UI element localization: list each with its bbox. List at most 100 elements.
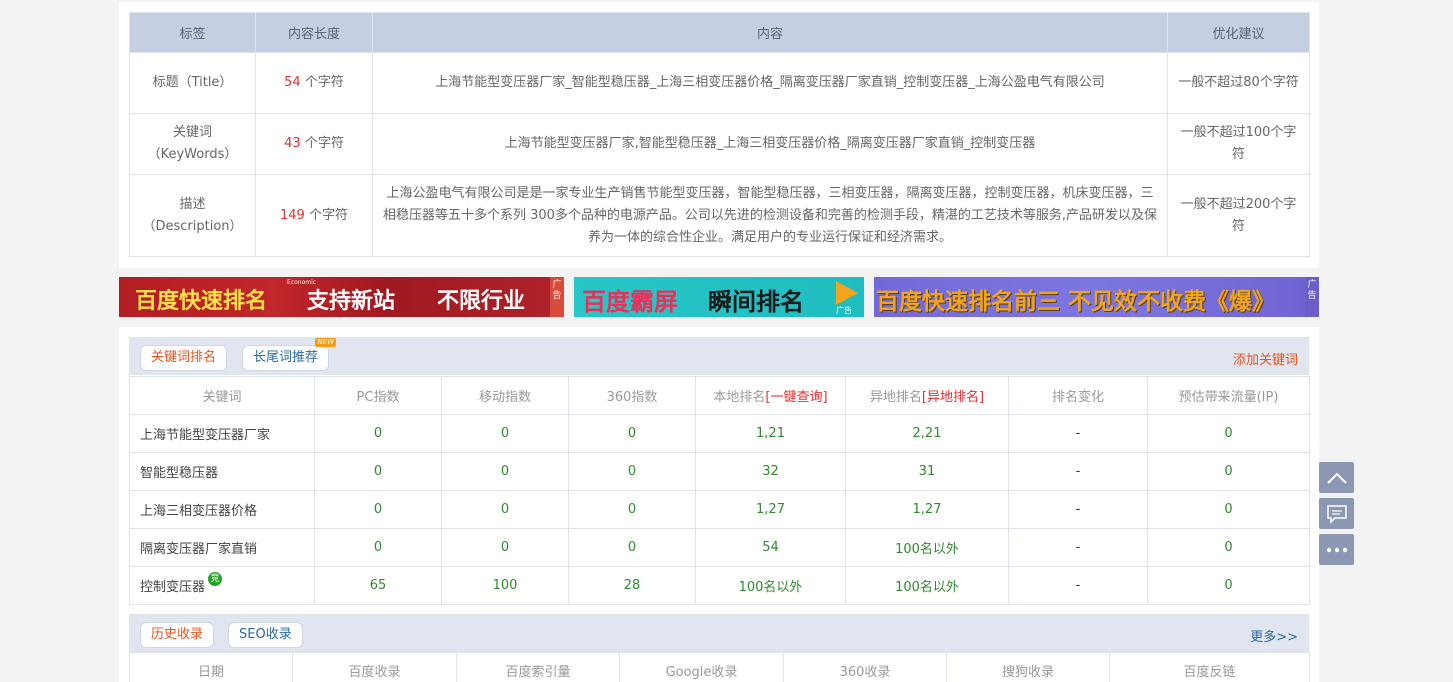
more-dots-icon: [1326, 547, 1347, 552]
rank-header-row: 关键词 PC指数 移动指数 360指数 本地排名[一键查询] 异地排名[异地排名…: [129, 376, 1310, 415]
meta-row-keywords: 关键词（KeyWords） 43 个字符 上海节能型变压器厂家,智能型稳压器_上…: [129, 113, 1310, 175]
meta-row-description: 描述（Description） 149 个字符 上海公盈电气有限公司是是一家专业…: [129, 174, 1310, 257]
col-header-length: 内容长度: [255, 12, 373, 53]
feedback-icon: [1326, 504, 1347, 524]
banner-text: 百度快速排名: [135, 289, 268, 314]
rank-table: 关键词 PC指数 移动指数 360指数 本地排名[一键查询] 异地排名[异地排名…: [129, 376, 1310, 605]
more-link[interactable]: 更多>>: [1250, 626, 1298, 645]
meta-label: 关键词（KeyWords）: [129, 113, 256, 175]
rank-change: -: [1008, 452, 1148, 491]
meta-header-row: 标签 内容长度 内容 优化建议: [129, 12, 1310, 53]
meta-table: 标签 内容长度 内容 优化建议 标题（Title） 54 个字符 上海节能型变压…: [129, 12, 1310, 257]
remote-rank: 1,27: [845, 490, 1009, 529]
mobile-index: 0: [441, 528, 569, 567]
ad-banner-bapin[interactable]: 百度霸屏 瞬间排名 广告: [574, 277, 864, 317]
col-header-remote: 异地排名[异地排名]: [845, 376, 1009, 415]
col-header-label: 标签: [129, 12, 256, 53]
keyword-cell[interactable]: 上海三相变压器价格: [129, 490, 315, 529]
remote-rank-label: 异地排名: [869, 390, 922, 405]
col-header-traffic: 预估带来流量(IP): [1147, 376, 1310, 415]
mobile-index: 0: [441, 452, 569, 491]
index-360: 0: [568, 528, 696, 567]
table-row: 智能型稳压器 0 0 0 32 31 - 0: [129, 452, 1310, 491]
play-arrow-icon: [836, 281, 858, 305]
tab-history-index[interactable]: 历史收录: [140, 622, 215, 648]
ad-banner-fast-rank[interactable]: 百度快速排名 Economic 支持新站 不限行业 广告: [119, 277, 564, 317]
col-header-google: Google收录: [619, 652, 784, 682]
rank-change: -: [1008, 414, 1148, 453]
competition-badge-icon: 竞: [208, 572, 223, 586]
traffic: 0: [1147, 490, 1310, 529]
meta-length-unit: 个字符: [300, 136, 344, 151]
ad-banner-top-three[interactable]: 百度快速排名前三 不见效不收费《爆》 广告: [874, 277, 1319, 317]
mobile-index: 100: [441, 566, 569, 605]
meta-panel: 标签 内容长度 内容 优化建议 标题（Title） 54 个字符 上海节能型变压…: [119, 2, 1319, 268]
tab-longtail-label: 长尾词推荐: [253, 350, 319, 365]
pc-index: 65: [314, 566, 442, 605]
traffic: 0: [1147, 528, 1310, 567]
meta-length-number: 149: [280, 207, 305, 223]
local-rank: 54: [695, 528, 846, 567]
pc-index: 0: [314, 414, 442, 453]
mobile-index: 0: [441, 490, 569, 529]
col-header-advice: 优化建议: [1167, 12, 1310, 53]
local-rank: 32: [695, 452, 846, 491]
index-360: 28: [568, 566, 696, 605]
table-row: 上海节能型变压器厂家 0 0 0 1,21 2,21 - 0: [129, 414, 1310, 453]
col-header-date: 日期: [129, 652, 293, 682]
meta-advice: 一般不超过80个字符: [1167, 52, 1310, 114]
keyword-cell[interactable]: 隔离变压器厂家直销: [129, 528, 315, 567]
col-header-local: 本地排名[一键查询]: [695, 376, 846, 415]
remote-rank: 31: [845, 452, 1009, 491]
meta-content: 上海节能型变压器厂家_智能型稳压器_上海三相变压器价格_隔离变压器厂家直销_控制…: [372, 52, 1168, 114]
ad-label: 广告: [836, 306, 852, 315]
quick-query-link[interactable]: [一键查询]: [765, 390, 827, 405]
meta-content: 上海节能型变压器厂家,智能型稳压器_上海三相变压器价格_隔离变压器厂家直销_控制…: [372, 113, 1168, 175]
meta-advice: 一般不超过100个字符: [1167, 113, 1310, 175]
history-header-row: 日期 百度收录 百度索引量 Google收录 360收录 搜狗收录 百度反链: [129, 652, 1310, 682]
tab-seo-index[interactable]: SEO收录: [228, 622, 303, 648]
remote-rank: 100名以外: [845, 566, 1009, 605]
meta-content: 上海公盈电气有限公司是是一家专业生产销售节能型变压器，智能型稳压器，三相变压器，…: [372, 174, 1168, 257]
col-header-change: 排名变化: [1008, 376, 1148, 415]
col-header-360: 360收录: [783, 652, 947, 682]
index-360: 0: [568, 414, 696, 453]
keyword-cell[interactable]: 智能型稳压器: [129, 452, 315, 491]
tab-longtail[interactable]: 长尾词推荐 NEW: [242, 338, 337, 371]
col-header-mobile: 移动指数: [441, 376, 569, 415]
col-header-backlinks: 百度反链: [1109, 652, 1310, 682]
more-button[interactable]: [1319, 534, 1354, 565]
meta-label: 标题（Title）: [129, 52, 256, 114]
pc-index: 0: [314, 490, 442, 529]
ad-label: 广告: [550, 277, 564, 317]
history-tabs-header: 历史收录 SEO收录 更多>>: [129, 614, 1309, 652]
traffic: 0: [1147, 414, 1310, 453]
pc-index: 0: [314, 528, 442, 567]
remote-rank-link[interactable]: [异地排名]: [922, 390, 984, 405]
col-header-sogou: 搜狗收录: [946, 652, 1110, 682]
remote-rank: 100名以外: [845, 528, 1009, 567]
history-panel: 历史收录 SEO收录 更多>> 日期 百度收录 百度索引量 Google收录 3…: [119, 605, 1319, 682]
banner-text: 瞬间排名: [708, 288, 804, 316]
col-header-360: 360指数: [568, 376, 696, 415]
add-keyword-link[interactable]: 添加关键词: [1233, 349, 1298, 368]
col-header-pc: PC指数: [314, 376, 442, 415]
meta-length-number: 43: [284, 136, 301, 151]
meta-length: 43 个字符: [255, 113, 373, 175]
keyword-cell[interactable]: 上海节能型变压器厂家: [129, 414, 315, 453]
meta-length-number: 54: [284, 75, 301, 90]
keyword-rank-panel: 关键词排名 长尾词推荐 NEW 添加关键词 关键词 PC指数 移动指数 360指数…: [119, 327, 1319, 605]
meta-label: 描述（Description）: [129, 174, 256, 257]
banner-text: 不限行业: [437, 289, 526, 314]
local-rank: 100名以外: [695, 566, 846, 605]
feedback-button[interactable]: [1319, 498, 1354, 529]
banner-text: 百度霸屏: [582, 288, 678, 316]
tab-keyword-rank[interactable]: 关键词排名: [140, 345, 228, 371]
ad-label: 广告: [1305, 277, 1319, 317]
meta-advice: 一般不超过200个字符: [1167, 174, 1310, 257]
back-to-top-button[interactable]: [1319, 462, 1354, 493]
traffic: 0: [1147, 566, 1310, 605]
rank-change: -: [1008, 566, 1148, 605]
keyword-cell[interactable]: 控制变压器竞: [129, 566, 315, 605]
table-row: 上海三相变压器价格 0 0 0 1,27 1,27 - 0: [129, 490, 1310, 529]
